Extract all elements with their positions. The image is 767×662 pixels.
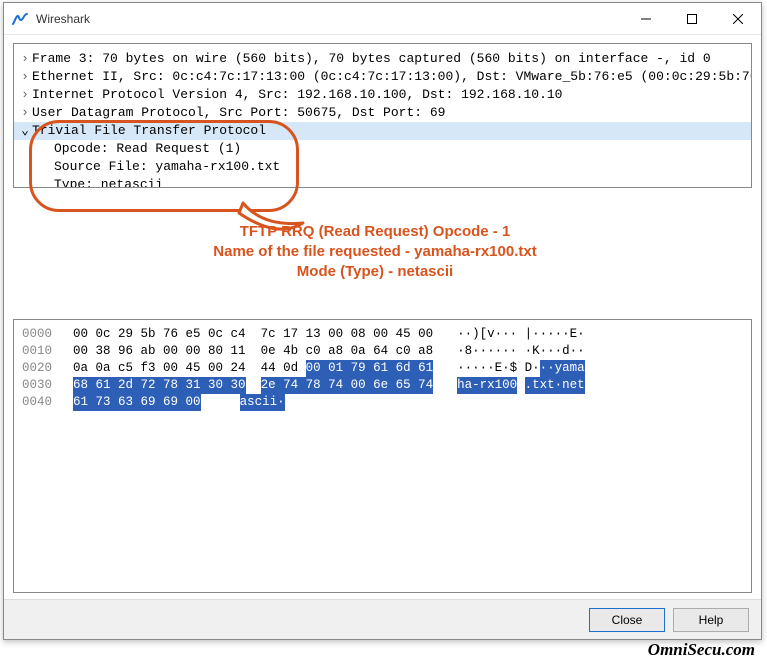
- close-window-button[interactable]: [715, 3, 761, 35]
- hex-bytes: 44 0d: [261, 360, 306, 377]
- tree-row-ip[interactable]: ›Internet Protocol Version 4, Src: 192.1…: [14, 86, 751, 104]
- tree-row-sourcefile[interactable]: Source File: yamaha-rx100.txt: [14, 158, 751, 176]
- hex-ascii: ha-rx100: [457, 377, 517, 394]
- hex-ascii: ·8······: [457, 343, 517, 360]
- hex-bytes: 00 38 96 ab 00 00 80 11: [73, 343, 246, 360]
- hex-offset: 0000: [22, 326, 58, 343]
- window-title: Wireshark: [36, 12, 623, 26]
- tree-row-udp[interactable]: ›User Datagram Protocol, Src Port: 50675…: [14, 104, 751, 122]
- hex-row[interactable]: 0000 00 0c 29 5b 76 e5 0c c4 7c 17 13 00…: [22, 326, 743, 343]
- hex-ascii: ··yama: [540, 360, 585, 377]
- annotation-gap: [4, 188, 761, 319]
- wireshark-icon: [12, 11, 28, 27]
- hex-offset: 0030: [22, 377, 58, 394]
- hex-ascii: ·K···d··: [525, 343, 585, 360]
- chevron-down-icon: ⌄: [18, 122, 32, 140]
- hex-ascii: ·····E·$: [457, 360, 517, 377]
- bottom-bar: Close Help: [4, 599, 761, 639]
- hex-bytes: 0e 4b c0 a8 0a 64 c0 a8: [261, 343, 434, 360]
- hex-bytes: 2e 74 78 74 00 6e 65 74: [261, 377, 434, 394]
- hex-ascii: .txt·net: [525, 377, 585, 394]
- chevron-right-icon: ›: [18, 50, 32, 68]
- wireshark-window: Wireshark ›Frame 3: 70 bytes on wire (56…: [3, 2, 762, 640]
- tree-row-opcode[interactable]: Opcode: Read Request (1): [14, 140, 751, 158]
- tree-row-type[interactable]: Type: netascii: [14, 176, 751, 188]
- chevron-right-icon: ›: [18, 68, 32, 86]
- hex-offset: 0040: [22, 394, 58, 411]
- close-button[interactable]: Close: [589, 608, 665, 632]
- hex-row[interactable]: 0030 68 61 2d 72 78 31 30 30 2e 74 78 74…: [22, 377, 743, 394]
- hex-dump-pane[interactable]: 0000 00 0c 29 5b 76 e5 0c c4 7c 17 13 00…: [13, 319, 752, 593]
- hex-row[interactable]: 0040 61 73 63 69 69 00 ascii·: [22, 394, 743, 411]
- hex-bytes: 0a 0a c5 f3 00 45 00 24: [73, 360, 246, 377]
- hex-ascii: |·····E·: [525, 326, 585, 343]
- minimize-button[interactable]: [623, 3, 669, 35]
- hex-offset: 0020: [22, 360, 58, 377]
- help-button[interactable]: Help: [673, 608, 749, 632]
- hex-ascii: ··)[v···: [457, 326, 517, 343]
- hex-bytes: 00 01 79 61 6d 61: [306, 360, 434, 377]
- titlebar: Wireshark: [4, 3, 761, 35]
- chevron-right-icon: ›: [18, 104, 32, 122]
- tree-row-tftp[interactable]: ⌄Trivial File Transfer Protocol: [14, 122, 751, 140]
- hex-bytes: 00 0c 29 5b 76 e5 0c c4: [73, 326, 246, 343]
- hex-ascii: D·: [525, 360, 540, 377]
- hex-offset: 0010: [22, 343, 58, 360]
- tree-row-ethernet[interactable]: ›Ethernet II, Src: 0c:c4:7c:17:13:00 (0c…: [14, 68, 751, 86]
- tree-row-frame[interactable]: ›Frame 3: 70 bytes on wire (560 bits), 7…: [14, 50, 751, 68]
- hex-row[interactable]: 0010 00 38 96 ab 00 00 80 11 0e 4b c0 a8…: [22, 343, 743, 360]
- hex-row[interactable]: 0020 0a 0a c5 f3 00 45 00 24 44 0d 00 01…: [22, 360, 743, 377]
- hex-bytes: 68 61 2d 72 78 31 30 30: [73, 377, 246, 394]
- protocol-tree-pane[interactable]: ›Frame 3: 70 bytes on wire (560 bits), 7…: [13, 43, 752, 188]
- hex-bytes: 61 73 63 69 69 00: [73, 394, 201, 411]
- hex-bytes: 7c 17 13 00 08 00 45 00: [261, 326, 434, 343]
- footer-brand: OmniSecu.com: [648, 640, 755, 660]
- hex-ascii: ascii·: [240, 394, 285, 411]
- maximize-button[interactable]: [669, 3, 715, 35]
- chevron-right-icon: ›: [18, 86, 32, 104]
